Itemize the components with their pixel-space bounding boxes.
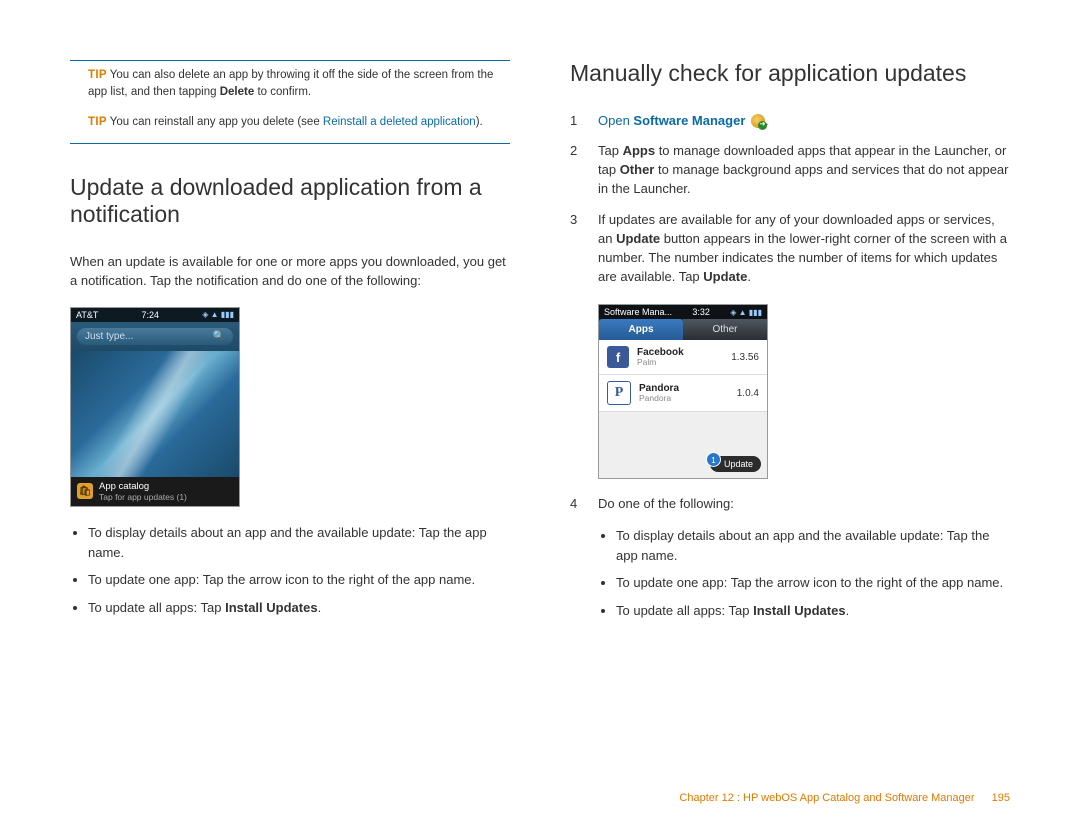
- app-info: Pandora Pandora: [639, 383, 737, 403]
- intro-paragraph: When an update is available for one or m…: [70, 253, 510, 291]
- step-bold: Other: [620, 162, 655, 177]
- update-label: Update: [724, 459, 753, 469]
- tab-bar: Apps Other: [599, 319, 767, 340]
- step-text: button appears in the lower-right corner…: [598, 231, 1007, 284]
- search-icon: 🔍: [213, 331, 225, 342]
- step-text: to manage background apps and services t…: [598, 162, 1009, 196]
- notification-subtitle: Tap for app updates (1): [99, 492, 187, 502]
- list-item: To update one app: Tap the arrow icon to…: [88, 570, 510, 590]
- step-number: 4: [570, 495, 598, 526]
- notification-title: App catalog: [99, 481, 187, 492]
- software-manager-icon: [751, 114, 765, 128]
- app-row-pandora[interactable]: P Pandora Pandora 1.0.4: [599, 375, 767, 412]
- step-bold: Update: [616, 231, 660, 246]
- step-number: 1: [570, 112, 598, 143]
- search-input[interactable]: Just type... 🔍: [77, 328, 233, 345]
- step-text: Tap: [598, 143, 623, 158]
- step-1: 1 Open Software Manager .: [570, 112, 1010, 143]
- step-bold: Apps: [623, 143, 656, 158]
- right-column: Manually check for application updates 1…: [570, 60, 1010, 628]
- list-filler: 1 Update: [599, 412, 767, 478]
- list-text: To update all apps: Tap: [616, 603, 753, 618]
- open-link[interactable]: Open: [598, 113, 630, 128]
- phone-screenshot-notification: AT&T 7:24 ◈ ▲ ▮▮▮ Just type... 🔍 🛍 App c…: [70, 307, 240, 508]
- step-bold: Update: [703, 269, 747, 284]
- numbered-list: 1 Open Software Manager . 2 Tap Apps to …: [570, 112, 1010, 299]
- footer-page-number: 195: [992, 792, 1010, 804]
- section-heading: Update a downloaded application from a n…: [70, 174, 510, 229]
- step-text: .: [747, 269, 751, 284]
- section-heading: Manually check for application updates: [570, 60, 1010, 88]
- tip-label: TIP: [88, 69, 107, 81]
- carrier-label: AT&T: [76, 310, 98, 320]
- facebook-icon: f: [607, 346, 629, 368]
- list-item: To display details about an app and the …: [88, 523, 510, 562]
- status-time: 7:24: [142, 310, 160, 320]
- update-button[interactable]: 1 Update: [710, 456, 761, 472]
- page-footer: Chapter 12 : HP webOS App Catalog and So…: [679, 792, 1010, 804]
- app-info: Facebook Palm: [637, 347, 731, 367]
- step-4: 4 Do one of the following:: [570, 495, 1010, 526]
- app-row-facebook[interactable]: f Facebook Palm 1.3.56: [599, 340, 767, 375]
- step-number: 2: [570, 142, 598, 211]
- bullet-list: To display details about an app and the …: [70, 523, 510, 617]
- tip-block-1: TIP You can also delete an app by throwi…: [70, 67, 510, 102]
- app-title: Software Mana...: [604, 307, 672, 317]
- numbered-list-cont: 4 Do one of the following:: [570, 495, 1010, 526]
- step-body: Do one of the following:: [598, 495, 1010, 526]
- app-publisher: Pandora: [639, 394, 737, 403]
- horizontal-rule: [70, 143, 510, 144]
- app-list: f Facebook Palm 1.3.56 P Pandora Pandora…: [599, 340, 767, 478]
- search-bar-area: Just type... 🔍: [71, 322, 239, 351]
- tip-text: to confirm.: [254, 86, 311, 98]
- document-page: TIP You can also delete an app by throwi…: [0, 0, 1080, 658]
- notification-text: App catalog Tap for app updates (1): [99, 481, 187, 503]
- tab-other[interactable]: Other: [683, 319, 767, 340]
- app-publisher: Palm: [637, 358, 731, 367]
- app-version: 1.3.56: [731, 352, 759, 363]
- step-body: Tap Apps to manage downloaded apps that …: [598, 142, 1010, 211]
- step-body: If updates are available for any of your…: [598, 211, 1010, 298]
- tip-label: TIP: [88, 116, 107, 128]
- list-bold: Install Updates: [753, 603, 845, 618]
- status-icons: ◈ ▲ ▮▮▮: [202, 310, 234, 319]
- pandora-icon: P: [607, 381, 631, 405]
- list-text: .: [318, 600, 322, 615]
- horizontal-rule: [70, 60, 510, 61]
- step-body: Open Software Manager .: [598, 112, 1010, 143]
- tip-link[interactable]: Reinstall a deleted application: [323, 116, 476, 128]
- left-column: TIP You can also delete an app by throwi…: [70, 60, 510, 628]
- phone-screenshot-software-manager: Software Mana... 3:32 ◈ ▲ ▮▮▮ Apps Other…: [598, 304, 768, 479]
- step-2: 2 Tap Apps to manage downloaded apps tha…: [570, 142, 1010, 211]
- step-3: 3 If updates are available for any of yo…: [570, 211, 1010, 298]
- app-version: 1.0.4: [737, 388, 759, 399]
- list-item: To update all apps: Tap Install Updates.: [616, 601, 1010, 621]
- status-icons: ◈ ▲ ▮▮▮: [730, 308, 762, 317]
- step-number: 3: [570, 211, 598, 298]
- footer-chapter: Chapter 12 : HP webOS App Catalog and So…: [679, 792, 974, 804]
- list-text: .: [846, 603, 850, 618]
- notification-banner[interactable]: 🛍 App catalog Tap for app updates (1): [71, 477, 239, 507]
- list-item: To update one app: Tap the arrow icon to…: [616, 573, 1010, 593]
- list-text: To update all apps: Tap: [88, 600, 225, 615]
- search-placeholder: Just type...: [85, 331, 133, 342]
- status-bar: AT&T 7:24 ◈ ▲ ▮▮▮: [71, 308, 239, 322]
- tip-bold: Delete: [220, 86, 255, 98]
- list-bold: Install Updates: [225, 600, 317, 615]
- list-item: To update all apps: Tap Install Updates.: [88, 598, 510, 618]
- status-bar: Software Mana... 3:32 ◈ ▲ ▮▮▮: [599, 305, 767, 319]
- tip-text: You can reinstall any app you delete (se…: [110, 116, 323, 128]
- bullet-list: To display details about an app and the …: [598, 526, 1010, 620]
- status-time: 3:32: [692, 307, 710, 317]
- update-count-badge: 1: [706, 452, 721, 467]
- tab-apps[interactable]: Apps: [599, 319, 683, 340]
- open-link-bold[interactable]: Software Manager: [630, 113, 749, 128]
- tip-block-2: TIP You can reinstall any app you delete…: [70, 114, 510, 131]
- tip-text: ).: [476, 116, 483, 128]
- list-item: To display details about an app and the …: [616, 526, 1010, 565]
- wallpaper-area: [71, 351, 239, 477]
- app-catalog-icon: 🛍: [77, 483, 93, 499]
